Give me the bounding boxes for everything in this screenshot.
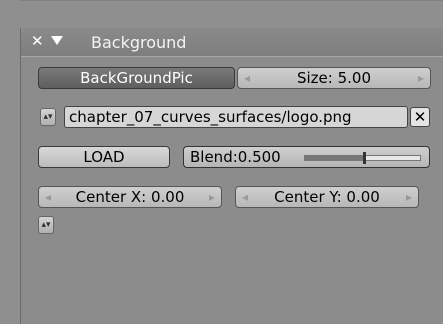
- updown-arrows-icon[interactable]: ▴▾: [40, 108, 56, 126]
- updown-arrows-icon[interactable]: ▴▾: [38, 216, 54, 234]
- collapse-triangle-icon[interactable]: [51, 36, 63, 45]
- blend-knob[interactable]: [362, 152, 366, 164]
- load-button[interactable]: LOAD: [38, 146, 170, 168]
- panel-header[interactable]: ✕ Background: [21, 28, 443, 56]
- panel-title: Background: [91, 33, 187, 52]
- right-arrow-icon[interactable]: ▸: [206, 187, 218, 207]
- left-gutter: [0, 0, 20, 324]
- blend-slider[interactable]: Blend:0.500: [183, 146, 430, 168]
- center-x-field[interactable]: ◂ Center X: 0.00 ▸: [38, 186, 222, 208]
- center-x-value: Center X: 0.00: [75, 188, 185, 206]
- size-value: Size: 5.00: [296, 69, 371, 87]
- background-pic-toggle[interactable]: BackGroundPic: [38, 67, 235, 89]
- center-y-value: Center Y: 0.00: [274, 188, 380, 206]
- close-icon[interactable]: ✕: [31, 34, 45, 49]
- size-field[interactable]: ◂ Size: 5.00 ▸: [237, 67, 431, 89]
- blend-track[interactable]: [304, 152, 421, 164]
- image-path-input[interactable]: chapter_07_curves_surfaces/logo.png: [64, 106, 408, 128]
- blend-fill: [305, 156, 363, 160]
- remove-x-icon[interactable]: ✕: [410, 107, 430, 127]
- blend-label: Blend:0.500: [190, 148, 281, 166]
- center-y-field[interactable]: ◂ Center Y: 0.00 ▸: [235, 186, 419, 208]
- right-arrow-icon[interactable]: ▸: [403, 187, 415, 207]
- right-arrow-icon[interactable]: ▸: [415, 68, 427, 88]
